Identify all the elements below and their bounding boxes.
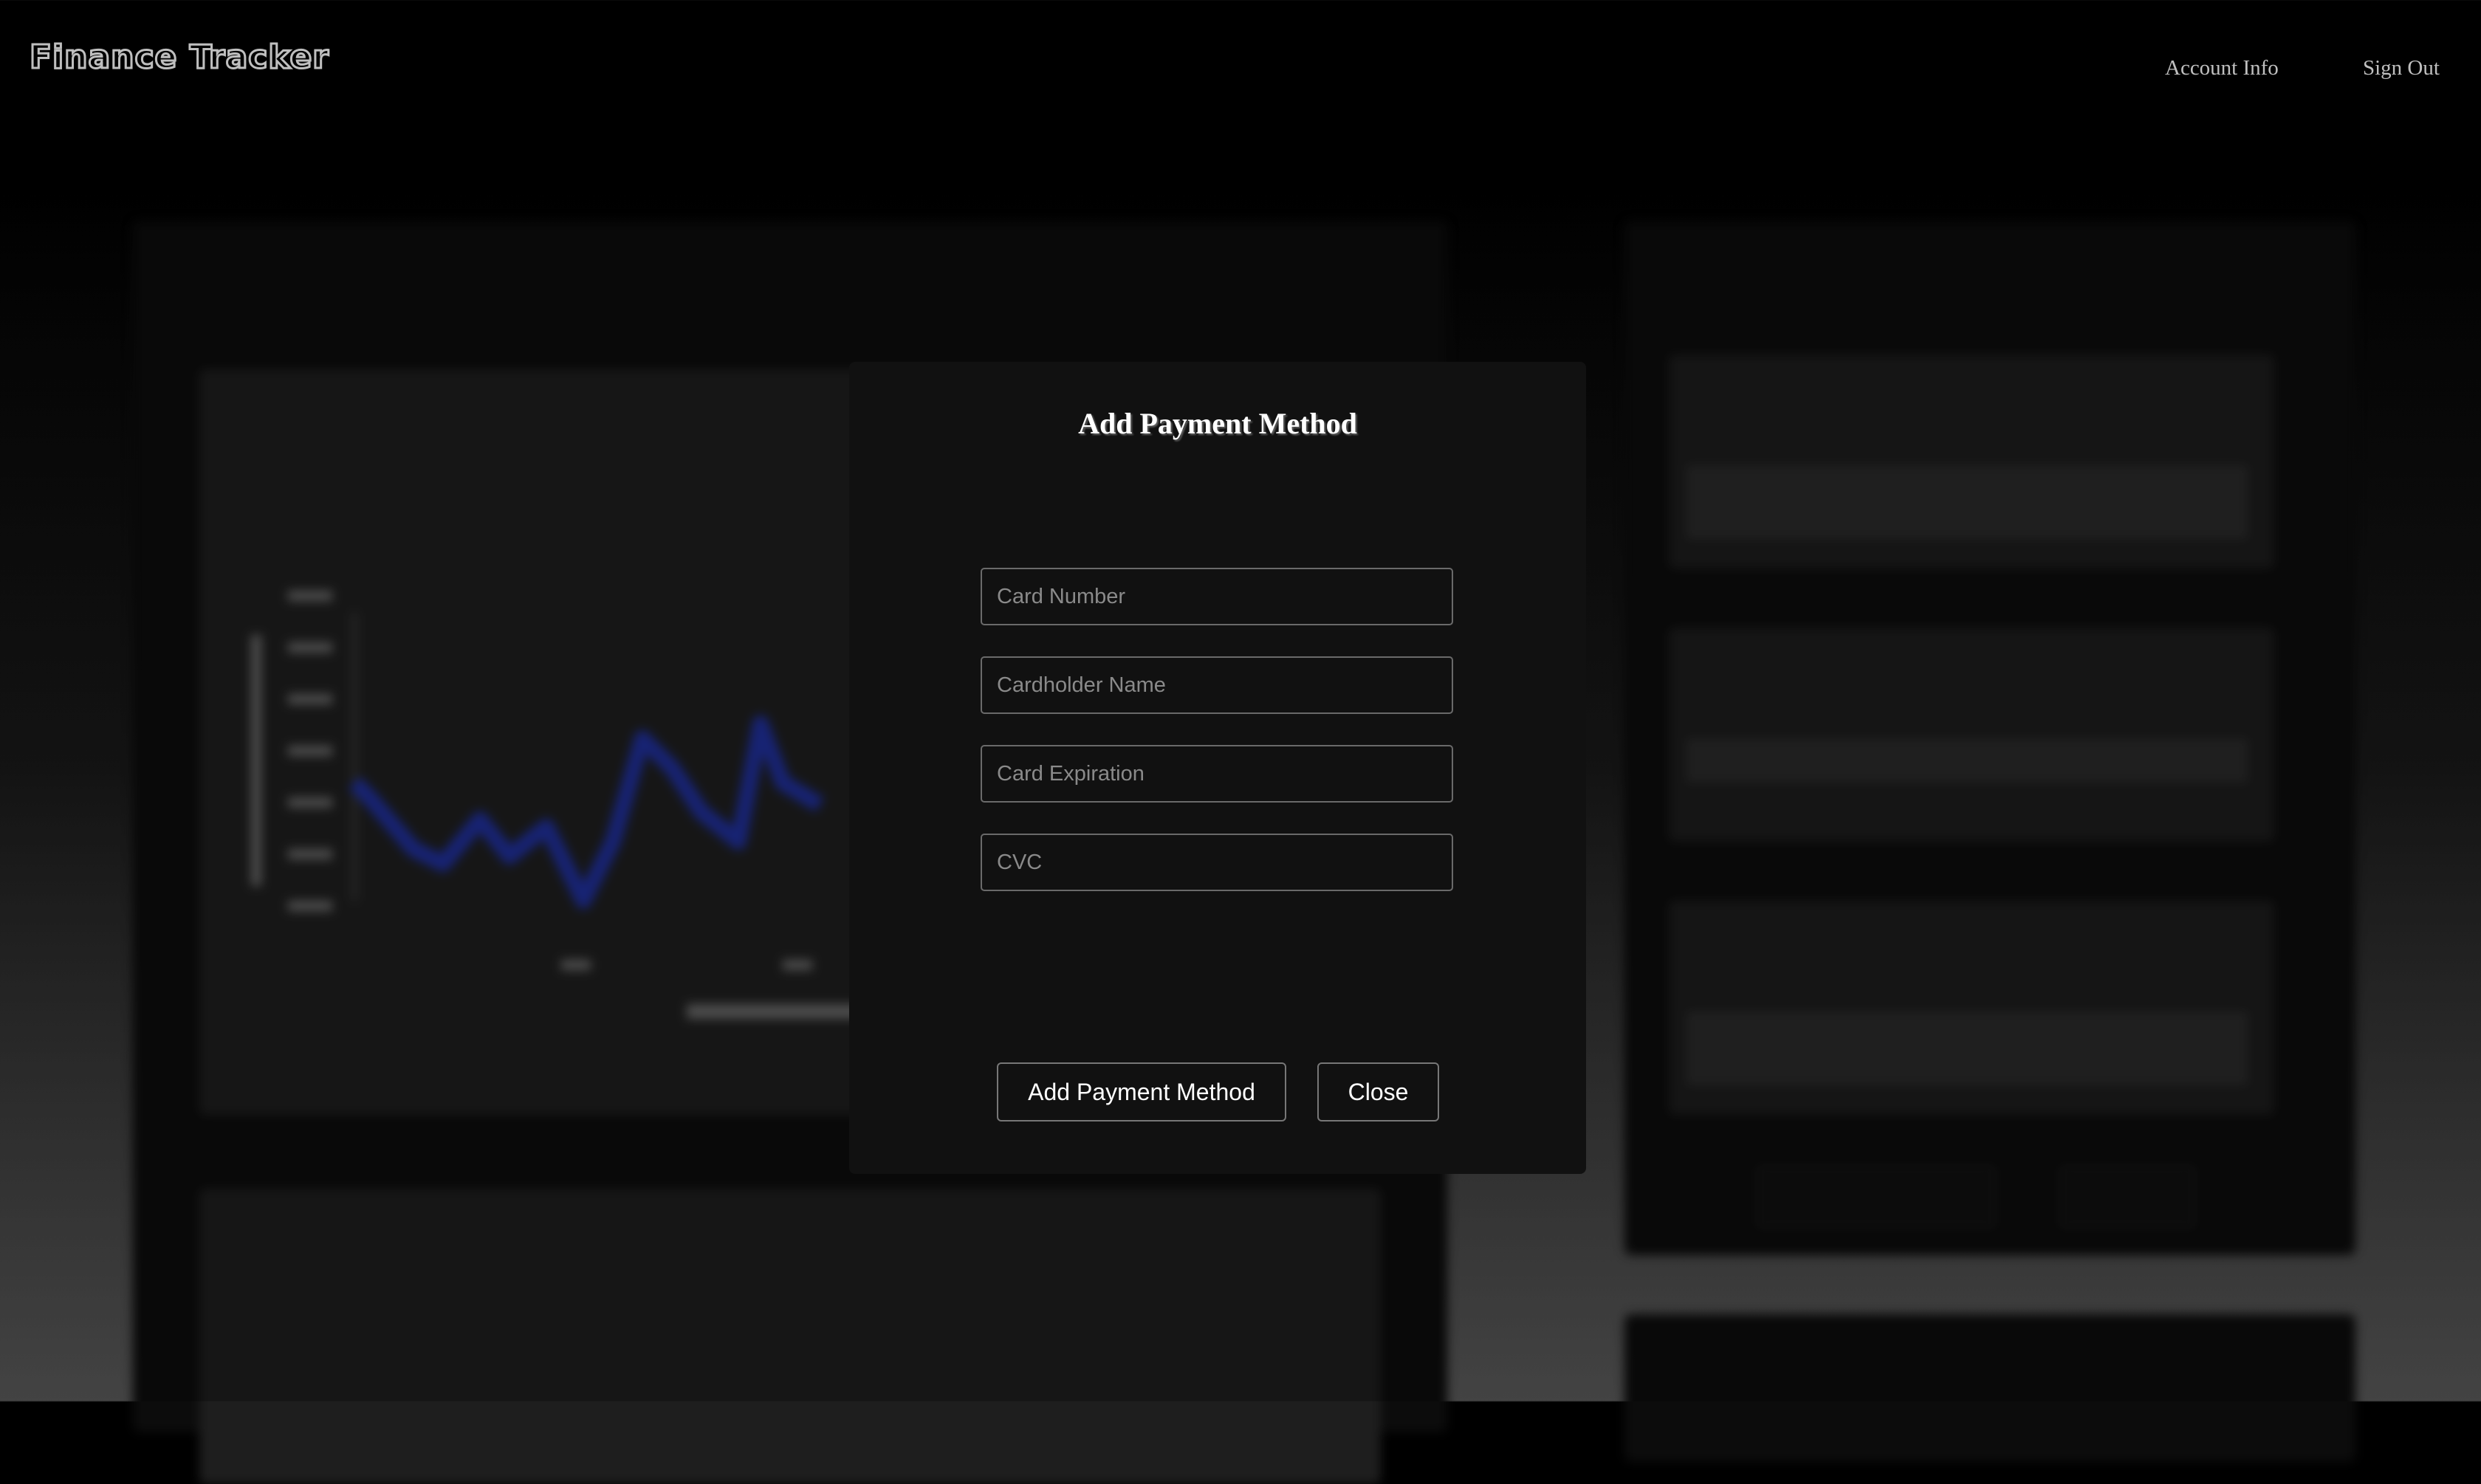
card-expiration-input[interactable]	[981, 745, 1453, 803]
cardholder-name-input[interactable]	[981, 656, 1453, 714]
add-payment-method-button[interactable]: Add Payment Method	[997, 1062, 1286, 1121]
modal-title: Add Payment Method	[1078, 407, 1357, 440]
add-payment-method-modal: Add Payment Method Add Payment Method Cl…	[849, 362, 1586, 1174]
cvc-input[interactable]	[981, 834, 1453, 891]
close-button[interactable]: Close	[1317, 1062, 1439, 1121]
card-number-input[interactable]	[981, 568, 1453, 625]
